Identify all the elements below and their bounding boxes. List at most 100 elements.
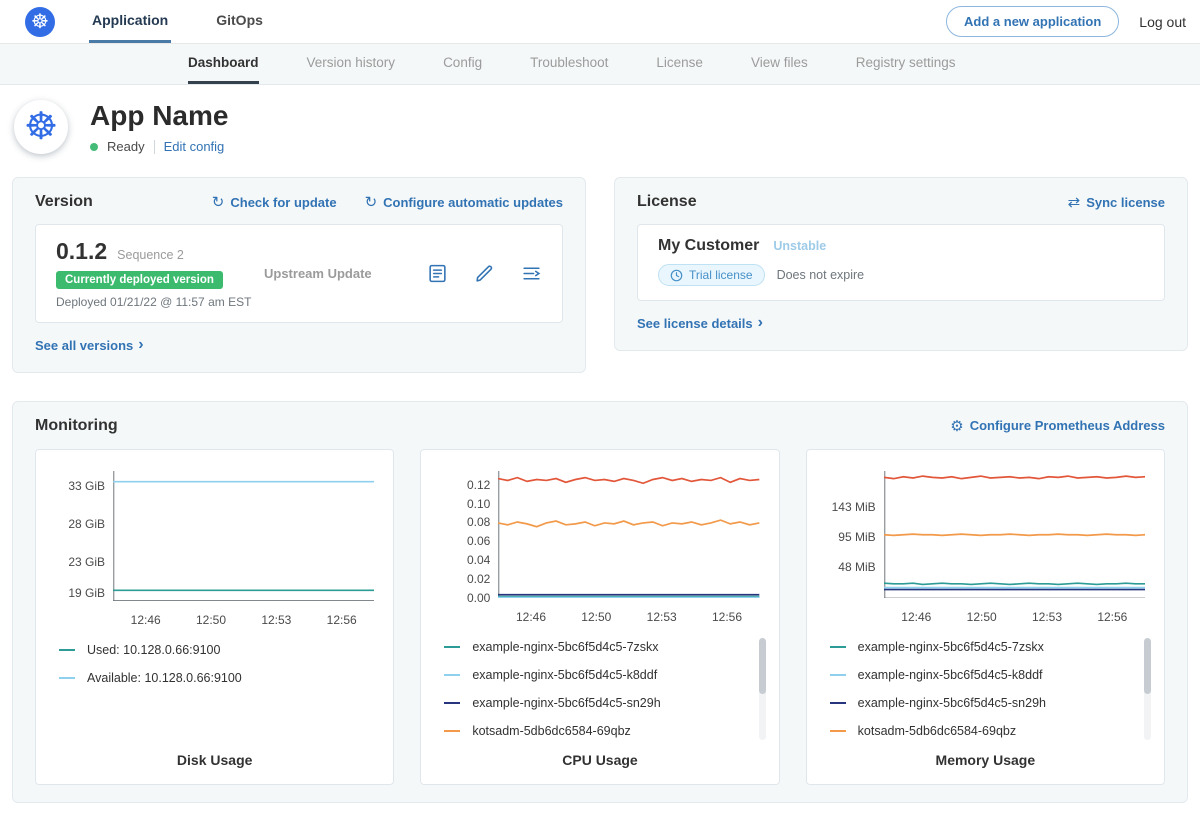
see-all-versions-link[interactable]: See all versions ›: [35, 337, 144, 353]
app-title: App Name: [90, 100, 228, 132]
legend-scrollbar[interactable]: [1144, 638, 1151, 740]
y-axis-label: 143 MiB: [822, 500, 876, 514]
app-header: ☸ App Name Ready Edit config: [0, 85, 1200, 171]
nav-tab-application[interactable]: Application: [89, 0, 171, 43]
legend-item: example-nginx-5bc6f5d4c5-k8ddf: [444, 668, 745, 682]
helm-wheel-glyph: ☸: [31, 12, 49, 32]
x-axis-label: 12:56: [712, 610, 742, 624]
tab-license[interactable]: License: [656, 44, 703, 84]
legend-item: example-nginx-5bc6f5d4c5-sn29h: [830, 696, 1131, 710]
x-axis-labels: 12:4612:5012:5312:56: [113, 605, 374, 629]
customer-name: My Customer: [658, 237, 759, 255]
chart-legend: example-nginx-5bc6f5d4c5-7zskx example-ng…: [444, 640, 765, 752]
chart-canvas: [113, 471, 374, 601]
series-line: [498, 477, 759, 483]
chart-title: Memory Usage: [820, 752, 1151, 776]
chart-title: CPU Usage: [434, 752, 765, 776]
tab-view-files[interactable]: View files: [751, 44, 808, 84]
x-axis-label: 12:46: [131, 613, 161, 627]
sync-icon: ⇄: [1068, 193, 1081, 211]
y-axis-label: 28 GiB: [51, 517, 105, 531]
app-subnav: Dashboard Version history Config Trouble…: [0, 44, 1200, 85]
legend-label: Available: 10.128.0.66:9100: [87, 671, 242, 685]
y-axis-label: 0.00: [436, 591, 490, 605]
tab-dashboard[interactable]: Dashboard: [188, 44, 259, 84]
version-card-links: ↻ Check for update ↻ Configure automatic…: [212, 193, 563, 211]
app-status-row: Ready Edit config: [90, 139, 228, 154]
clock-icon: [670, 269, 683, 282]
legend-scrollbar-thumb[interactable]: [759, 638, 766, 694]
legend-label: example-nginx-5bc6f5d4c5-7zskx: [858, 640, 1044, 654]
chevron-right-icon: ›: [138, 337, 143, 353]
x-axis-labels: 12:4612:5012:5312:56: [498, 602, 759, 626]
status-dot-icon: [90, 143, 98, 151]
see-license-details-label: See license details: [637, 316, 753, 331]
legend-marker: [830, 674, 846, 676]
legend-item: Available: 10.128.0.66:9100: [59, 671, 360, 685]
release-notes-icon[interactable]: [427, 263, 448, 284]
x-axis-label: 12:53: [1032, 610, 1062, 624]
see-license-details-link[interactable]: See license details ›: [637, 315, 763, 331]
x-axis-label: 12:56: [327, 613, 357, 627]
edit-config-icon[interactable]: [474, 263, 495, 284]
status-label: Ready: [107, 139, 145, 154]
x-axis-label: 12:50: [581, 610, 611, 624]
legend-marker: [830, 646, 846, 648]
tab-version-history[interactable]: Version history: [307, 44, 396, 84]
y-axis-label: 48 MiB: [822, 560, 876, 574]
legend-item: example-nginx-5bc6f5d4c5-7zskx: [444, 640, 745, 654]
sequence-label: Sequence 2: [117, 248, 184, 262]
add-application-button[interactable]: Add a new application: [946, 6, 1119, 37]
kubernetes-logo-icon: ☸: [25, 7, 55, 37]
current-version-box: 0.1.2 Sequence 2 Currently deployed vers…: [35, 224, 563, 323]
chart-legend: Used: 10.128.0.66:9100Available: 10.128.…: [59, 643, 380, 699]
sync-license-link[interactable]: ⇄ Sync license: [1068, 193, 1165, 211]
configure-prometheus-link[interactable]: ⚙ Configure Prometheus Address: [950, 417, 1165, 435]
sync-license-label: Sync license: [1086, 195, 1165, 210]
version-number: 0.1.2: [56, 238, 107, 265]
cards-row: Version ↻ Check for update ↻ Configure a…: [12, 177, 1188, 373]
x-axis-label: 12:53: [261, 613, 291, 627]
see-all-versions-label: See all versions: [35, 338, 133, 353]
legend-scrollbar-thumb[interactable]: [1144, 638, 1151, 694]
y-axis-label: 19 GiB: [51, 586, 105, 600]
plot-area: 33 GiB28 GiB23 GiB19 GiB: [113, 471, 374, 601]
y-axis-label: 0.08: [436, 515, 490, 529]
y-axis-label: 0.02: [436, 572, 490, 586]
check-for-update-link[interactable]: ↻ Check for update: [212, 193, 337, 211]
legend-label: example-nginx-5bc6f5d4c5-7zskx: [472, 640, 658, 654]
tab-registry-settings[interactable]: Registry settings: [856, 44, 956, 84]
legend-label: kotsadm-5db6dc6584-69qbz: [472, 724, 630, 738]
divider: [154, 140, 155, 154]
logout-button[interactable]: Log out: [1139, 14, 1186, 30]
legend-item: kotsadm-5db6dc6584-69qbz: [444, 724, 745, 738]
y-axis-label: 95 MiB: [822, 530, 876, 544]
legend-item: example-nginx-5bc6f5d4c5-7zskx: [830, 640, 1131, 654]
chart-legend: example-nginx-5bc6f5d4c5-7zskx example-ng…: [830, 640, 1151, 752]
upstream-update-label: Upstream Update: [264, 266, 372, 281]
license-card-header: License ⇄ Sync license: [637, 193, 1165, 211]
legend-marker: [444, 730, 460, 732]
x-axis-label: 12:46: [901, 610, 931, 624]
brand-logo: ☸: [25, 0, 55, 43]
legend-marker: [444, 674, 460, 676]
cpu-usage-chart-panel: 0.120.100.080.060.040.020.00 12:4612:501…: [420, 449, 779, 785]
x-axis-labels: 12:4612:5012:5312:56: [884, 602, 1145, 626]
configure-auto-updates-link[interactable]: ↻ Configure automatic updates: [365, 193, 563, 211]
configure-prometheus-label: Configure Prometheus Address: [970, 418, 1165, 433]
kubernetes-wheel-icon: ☸: [24, 108, 58, 146]
version-card-header: Version ↻ Check for update ↻ Configure a…: [35, 193, 563, 211]
version-details: 0.1.2 Sequence 2 Currently deployed vers…: [56, 238, 264, 309]
deploy-logs-icon[interactable]: [521, 263, 542, 284]
legend-item: kotsadm-5db6dc6584-69qbz: [830, 724, 1131, 738]
edit-config-link[interactable]: Edit config: [164, 139, 225, 154]
chart-title: Disk Usage: [49, 752, 380, 776]
version-card-title: Version: [35, 193, 93, 211]
tab-troubleshoot[interactable]: Troubleshoot: [530, 44, 608, 84]
monitoring-card: Monitoring ⚙ Configure Prometheus Addres…: [12, 401, 1188, 803]
deployed-badge: Currently deployed version: [56, 271, 223, 289]
license-card-title: License: [637, 193, 697, 211]
nav-tab-gitops[interactable]: GitOps: [213, 0, 266, 43]
tab-config[interactable]: Config: [443, 44, 482, 84]
legend-scrollbar[interactable]: [759, 638, 766, 740]
